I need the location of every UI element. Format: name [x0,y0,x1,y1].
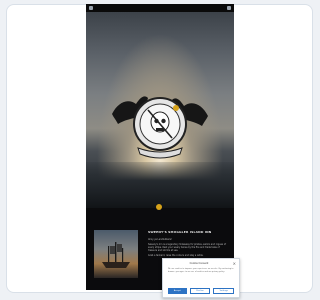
phone-preview: SWEENY'S SMUGGLER ISLAND INN Ahoy ye Lan… [86,4,234,290]
paragraph: Sweeny's Inn is a legendary hideaway for… [148,243,226,252]
section-paragraphs: Ahoy ye Landlubbers! Sweeny's Inn is a l… [148,238,228,259]
pirate-ship-icon [102,242,130,268]
close-icon[interactable]: × [233,261,236,266]
skull-ship-emblem-icon [112,96,208,159]
cookie-text: We use cookies to improve your experienc… [168,268,234,273]
hero-banner [86,12,234,208]
cookie-title: Cookie Consent [189,262,209,265]
ship-photo [94,230,138,278]
cookie-consent-dialog: Cookie Consent × We use cookies to impro… [162,258,240,298]
sea-horizon [86,162,234,208]
section-heading: SWEENY'S SMUGGLER ISLAND INN [148,230,212,234]
gold-divider-icon [156,204,162,210]
status-bar [86,4,234,12]
menu-icon[interactable] [89,6,93,10]
cookie-actions: Accept Decline Settings [168,288,235,294]
decline-button[interactable]: Decline [189,288,211,294]
paragraph: Grab a tankard, raise the colours and st… [148,254,204,257]
accept-button[interactable]: Accept [168,288,187,294]
paragraph: Ahoy ye Landlubbers! [148,238,172,241]
settings-button[interactable]: Settings [213,288,235,294]
account-icon[interactable] [227,6,231,10]
